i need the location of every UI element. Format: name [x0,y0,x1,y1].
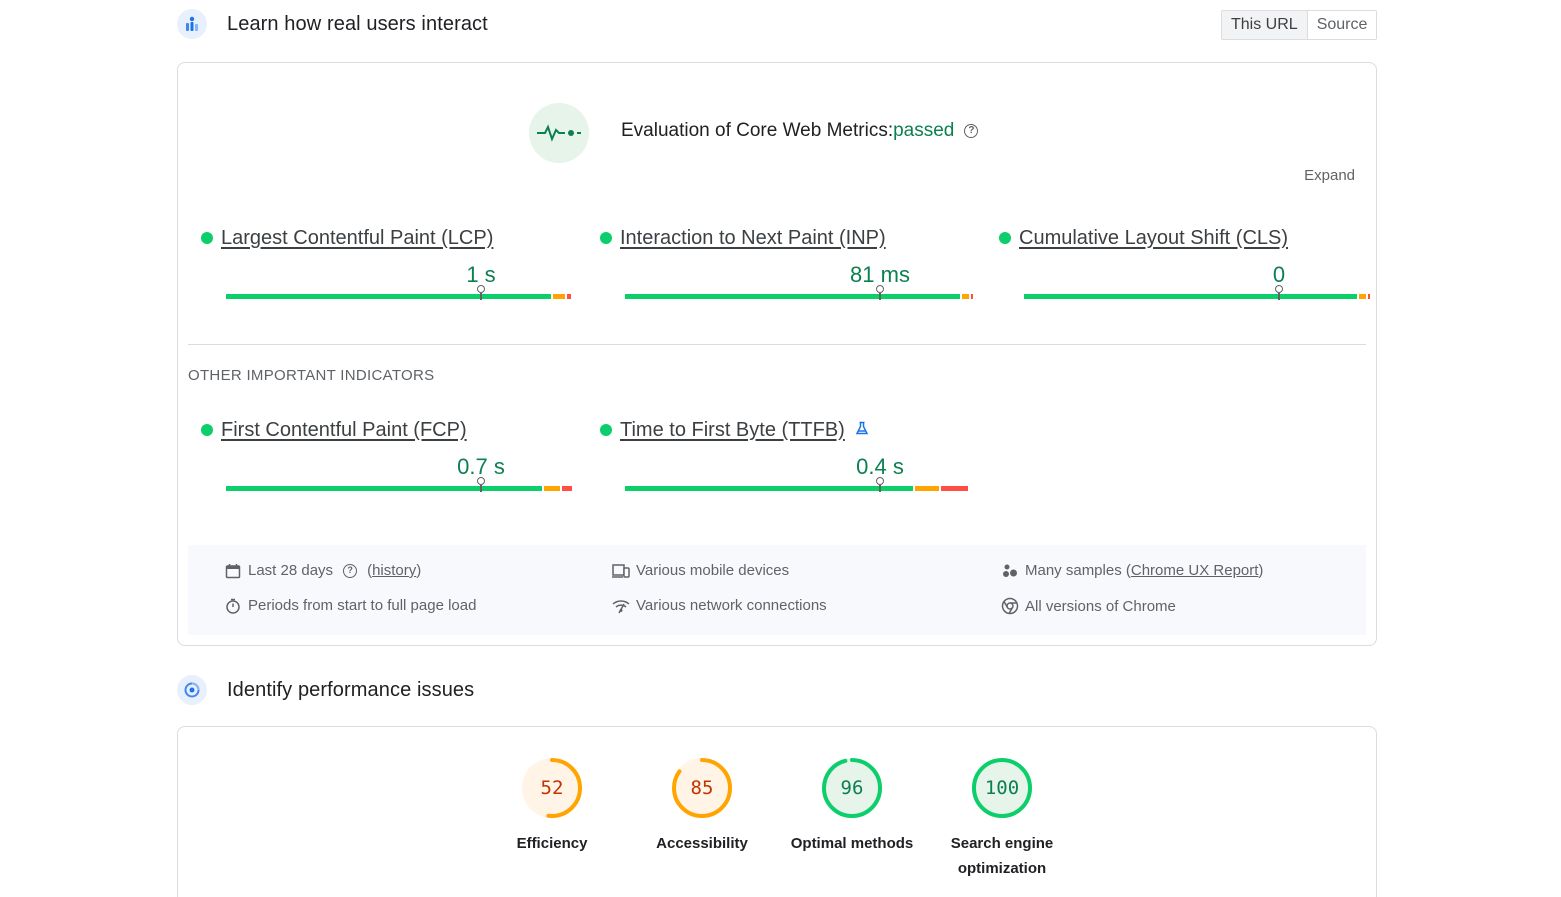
percentile-marker [876,285,884,300]
field-data-header: Learn how real users interact [177,9,488,39]
good-segment [226,486,542,491]
wifi-icon [612,598,630,614]
url-origin-tabs: This URL Source [1221,10,1378,40]
good-segment [625,486,913,491]
status-dot [999,232,1011,244]
devices-icon [612,563,630,579]
score-label: Search engine optimization [950,835,1054,877]
expand-button[interactable]: Expand [1304,167,1355,184]
distribution-bar [226,294,573,299]
status-dot [201,424,213,436]
status-dot [201,232,213,244]
info-network: Various network connections [612,597,827,614]
metric-link[interactable]: Interaction to Next Paint (INP) [620,227,886,250]
distribution-bar [625,294,975,299]
metric-ttfb: Time to First Byte (TTFB) 0.4 s [583,418,968,492]
tab-source[interactable]: Source [1307,11,1377,39]
network-text: Various network connections [636,597,827,614]
average-segment [1359,294,1366,299]
stopwatch-icon [224,598,242,614]
field-data-card: Evaluation of Core Web Metrics: passed ?… [177,62,1377,646]
poor-segment [1368,294,1370,299]
load-text: Periods from start to full page load [248,597,477,614]
average-segment [553,294,565,299]
metric-link[interactable]: Cumulative Layout Shift (CLS) [1019,227,1288,250]
gauge-optimal-methods[interactable]: 96 Optimal methods [787,756,917,856]
samples-suffix: ) [1258,562,1264,579]
chrome-text: All versions of Chrome [1025,597,1176,615]
good-segment [625,294,960,299]
score-label: Efficiency [516,835,588,852]
average-segment [544,486,560,491]
evaluation-label: Evaluation of Core Web Metrics: [621,120,894,141]
crux-icon [177,9,207,39]
section-title: Learn how real users interact [227,12,488,35]
poor-segment [941,486,968,491]
other-indicators-label: OTHER IMPORTANT INDICATORS [188,367,435,384]
score-label: Accessibility [656,835,748,852]
distribution-bar [226,486,574,491]
samples-icon [1001,563,1019,579]
lighthouse-icon [177,675,207,705]
info-samples: Many samples (Chrome UX Report) [1001,562,1263,579]
tab-this-url[interactable]: This URL [1222,11,1308,39]
metric-fcp: First Contentful Paint (FCP) 0.7 s [184,418,572,492]
metric-inp: Interaction to Next Paint (INP) 81 ms [583,226,973,300]
distribution-bar [1024,294,1372,299]
poor-segment [971,294,973,299]
help-icon[interactable]: ? [343,563,358,578]
percentile-marker [1275,285,1283,300]
good-segment [1024,294,1357,299]
score-value: 85 [690,777,714,799]
status-dot [600,424,612,436]
devices-text: Various mobile devices [636,562,790,579]
chrome-icon [1001,597,1019,615]
percentile-marker [477,477,485,492]
info-chrome: All versions of Chrome [1001,597,1176,615]
metric-link[interactable]: First Contentful Paint (FCP) [221,419,467,442]
crux-report-link[interactable]: Chrome UX Report [1131,562,1259,579]
percentile-marker [876,477,884,492]
average-segment [962,294,969,299]
lab-scores-card: 52 Efficiency 85 Accessibility 96 Optima… [177,726,1377,897]
good-segment [226,294,551,299]
poor-segment [567,294,571,299]
percentile-marker [477,285,485,300]
samples-prefix: Many samples ( [1025,562,1131,579]
score-value: 96 [840,777,864,799]
metric-link[interactable]: Largest Contentful Paint (LCP) [221,227,493,250]
section-title: Identify performance issues [227,678,475,701]
distribution-bar [625,486,970,491]
paren-close: ) [416,562,422,579]
score-value: 52 [540,777,564,799]
info-load: Periods from start to full page load [224,597,476,614]
score-label: Optimal methods [790,835,914,852]
period-text: Last 28 days [248,562,334,579]
gauge-accessibility[interactable]: 85 Accessibility [637,756,767,856]
info-devices: Various mobile devices [612,562,789,579]
calendar-icon [224,563,242,579]
poor-segment [562,486,572,491]
pulse-icon [529,103,589,163]
evaluation-status: passed [893,120,955,141]
flask-icon[interactable] [855,421,869,439]
divider [188,344,1366,345]
average-segment [915,486,939,491]
status-dot [600,232,612,244]
metric-link[interactable]: Time to First Byte (TTFB) [620,419,845,442]
metric-lcp: Largest Contentful Paint (LCP) 1 s [184,226,571,300]
help-icon[interactable]: ? [964,124,979,138]
info-period: Last 28 days ? (history) [224,562,421,579]
lab-data-header: Identify performance issues [177,675,474,705]
collection-info: Last 28 days ? (history) Periods from st… [188,545,1366,635]
gauge-seo[interactable]: 100 Search engine optimization [937,756,1067,881]
history-link[interactable]: history [372,562,416,579]
evaluation-title: Evaluation of Core Web Metrics: passed ? [621,120,979,142]
score-value: 100 [984,777,1020,799]
gauge-efficiency[interactable]: 52 Efficiency [487,756,617,856]
metric-cls: Cumulative Layout Shift (CLS) 0 [982,226,1370,300]
